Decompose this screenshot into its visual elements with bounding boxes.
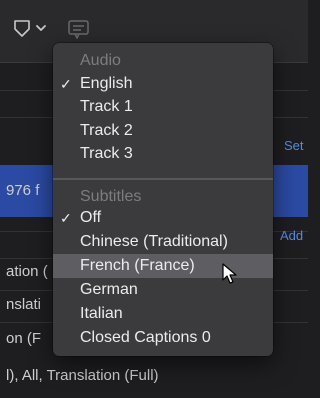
menu-item-label: Track 1 [80,98,133,115]
audio-subtitles-menu: Audio ✓ English Track 1 Track 2 Track 3 … [53,43,273,356]
menu-item-subtitles-closed-captions-0[interactable]: Closed Captions 0 [53,326,273,350]
menu-item-subtitles-off[interactable]: ✓ Off [53,206,273,230]
screen: 976 f Set Add ation ( nslati on (F l), A… [0,0,308,398]
menu-item-label: German [80,281,138,298]
menu-item-label: English [80,75,133,92]
menu-item-label: Chinese (Traditional) [80,233,228,250]
menu-item-subtitles-french-france[interactable]: French (France) [53,254,273,278]
bg-row-text: l), All, Translation (Full) [6,367,159,384]
checkmark-icon: ✓ [60,210,72,226]
menu-item-label: Italian [80,305,123,322]
mouse-pointer-icon [222,263,238,290]
menu-item-subtitles-german[interactable]: German [53,278,273,302]
menu-item-label: Track 3 [80,145,133,162]
menu-item-audio-track-2[interactable]: Track 2 [53,119,273,143]
menu-item-label: Off [80,209,102,226]
menu-item-label: Closed Captions 0 [80,329,211,346]
menu-item-audio-track-3[interactable]: Track 3 [53,142,273,166]
shield-outline-icon[interactable] [13,18,31,38]
subtitles-section-header: Subtitles [80,188,142,205]
bg-row-text: ation ( [6,263,48,280]
menu-item-audio-english[interactable]: ✓ English [53,72,273,96]
caption-bubble-icon[interactable] [67,19,91,39]
menu-item-label: Track 2 [80,122,133,139]
checkmark-icon: ✓ [60,76,72,92]
audio-section-header: Audio [80,52,121,69]
menu-item-label: French (France) [80,257,195,274]
add-link[interactable]: Add [280,228,303,243]
menu-separator [53,178,273,180]
menu-item-subtitles-italian[interactable]: Italian [53,302,273,326]
bg-row-text: nslati [6,296,42,313]
bg-row-text: 976 f [6,182,40,199]
chevron-down-icon[interactable] [35,22,47,34]
menu-item-subtitles-chinese-traditional[interactable]: Chinese (Traditional) [53,230,273,254]
bg-row-text: on (F [6,330,42,347]
set-link[interactable]: Set [284,138,304,153]
menu-item-audio-track-1[interactable]: Track 1 [53,95,273,119]
